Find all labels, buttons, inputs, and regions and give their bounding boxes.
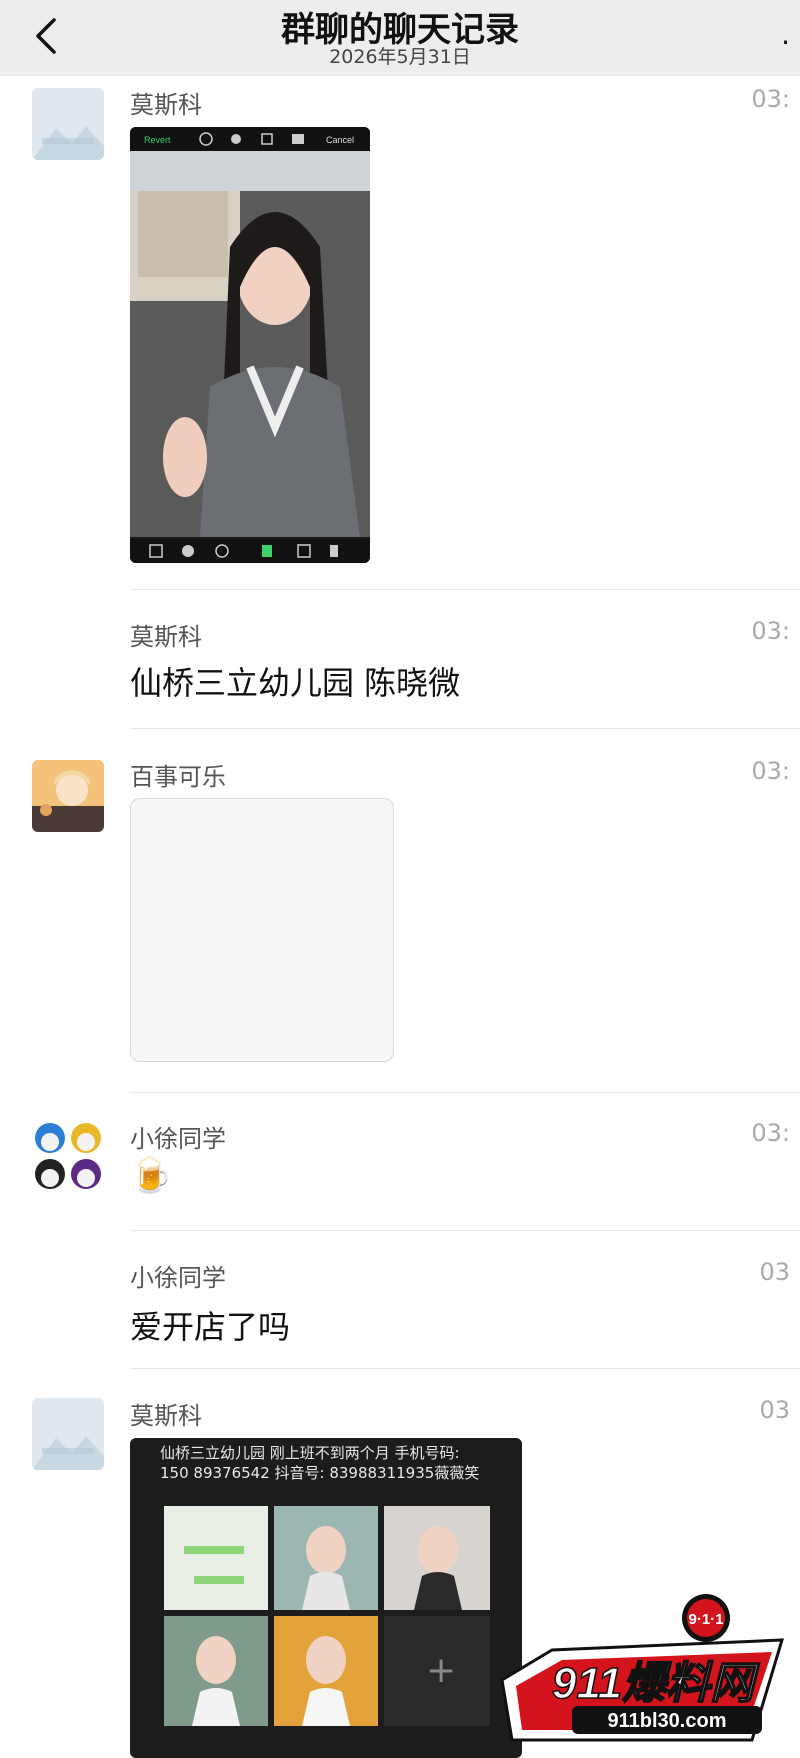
- sender-name: 莫斯科: [130, 91, 202, 119]
- message-time: 03:: [751, 85, 790, 113]
- photo-toolbar-left: Revert: [144, 135, 171, 145]
- header-bar: 群聊的聊天记录 2026年5月31日 ·: [0, 0, 800, 76]
- selfie-image-message[interactable]: Revert Cancel: [130, 127, 370, 563]
- message-divider: [130, 589, 800, 590]
- sender-name: 小徐同学: [130, 1264, 226, 1292]
- message-divider: [130, 728, 800, 729]
- sender-name: 小徐同学: [130, 1125, 226, 1153]
- photo-toolbar-right: Cancel: [326, 135, 354, 145]
- message-time: 03:: [751, 1119, 790, 1147]
- avatar-cartoon[interactable]: [32, 760, 104, 832]
- watermark-url: 911bl30.com: [608, 1710, 727, 1732]
- message-time: 03: [759, 1258, 790, 1286]
- message-time: 03: [759, 1396, 790, 1424]
- avatar-placeholder[interactable]: [32, 88, 104, 160]
- watermark-logo: 9·1·1 911爆料网 911bl30.com: [492, 1590, 792, 1750]
- image-placeholder[interactable]: [130, 798, 394, 1062]
- add-photo-icon[interactable]: +: [426, 1650, 456, 1691]
- avatar-group-faces[interactable]: [32, 1120, 104, 1192]
- message-text[interactable]: 仙桥三立幼儿园 陈晓微: [130, 658, 460, 704]
- collage-caption-line1: 仙桥三立幼儿园 刚上班不到两个月 手机号码:: [160, 1444, 460, 1462]
- message-text[interactable]: 爱开店了吗: [130, 1302, 290, 1348]
- message-divider: [130, 1230, 800, 1231]
- message-time: 03:: [751, 617, 790, 645]
- beer-emoji[interactable]: 🍺: [130, 1156, 172, 1196]
- watermark-badge: 9·1·1: [688, 1611, 723, 1628]
- sender-name: 百事可乐: [130, 763, 226, 791]
- more-menu-icon[interactable]: ·: [781, 26, 790, 59]
- message-divider: [130, 1368, 800, 1369]
- message-divider: [130, 1092, 800, 1093]
- watermark-brand: 911爆料网: [552, 1659, 760, 1708]
- message-time: 03:: [751, 757, 790, 785]
- collage-image-message[interactable]: 仙桥三立幼儿园 刚上班不到两个月 手机号码: 150 89376542 抖音号:…: [130, 1438, 522, 1758]
- sender-name: 莫斯科: [130, 623, 202, 651]
- avatar-placeholder[interactable]: [32, 1398, 104, 1470]
- page-date: 2026年5月31日: [329, 46, 471, 68]
- collage-caption-line2: 150 89376542 抖音号: 83988311935薇薇笑: [160, 1464, 480, 1482]
- sender-name: 莫斯科: [130, 1402, 202, 1430]
